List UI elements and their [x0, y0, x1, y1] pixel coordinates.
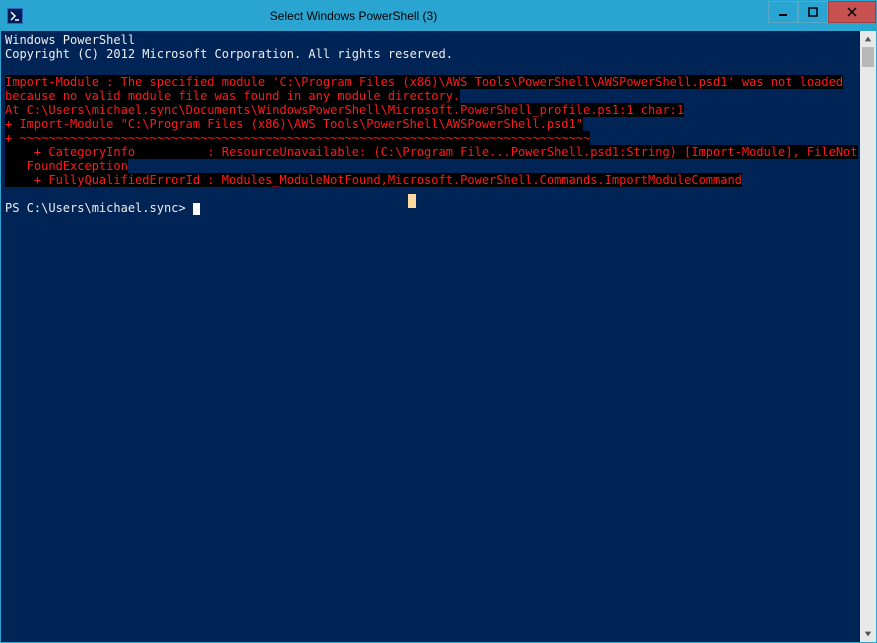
error-line: + CategoryInfo : ResourceUnavailable: (C…	[5, 145, 858, 159]
error-line: At C:\Users\michael.sync\Documents\Windo…	[5, 103, 684, 117]
console-header-line1: Windows PowerShell	[5, 33, 135, 47]
prompt: PS C:\Users\michael.sync>	[5, 201, 193, 215]
error-line: + Import-Module "C:\Program Files (x86)\…	[5, 117, 583, 131]
error-line: because no valid module file was found i…	[5, 89, 460, 103]
window-controls	[768, 1, 876, 23]
close-button[interactable]	[828, 1, 876, 23]
scroll-down-button[interactable]	[860, 626, 876, 642]
selection-cursor	[408, 194, 416, 208]
vertical-scrollbar[interactable]	[860, 31, 876, 642]
window-title: Select Windows PowerShell (3)	[0, 9, 768, 23]
console-header-line2: Copyright (C) 2012 Microsoft Corporation…	[5, 47, 453, 61]
scroll-up-button[interactable]	[860, 31, 876, 47]
error-line: FoundException	[5, 159, 128, 173]
titlebar[interactable]: Select Windows PowerShell (3)	[1, 1, 876, 31]
powershell-window: Select Windows PowerShell (3) Windows Po…	[0, 0, 877, 643]
scroll-track[interactable]	[860, 47, 876, 626]
console-output[interactable]: Windows PowerShell Copyright (C) 2012 Mi…	[1, 31, 860, 642]
text-cursor	[193, 203, 200, 215]
error-line: Import-Module : The specified module 'C:…	[5, 75, 843, 89]
scroll-thumb[interactable]	[862, 47, 874, 67]
minimize-button[interactable]	[768, 1, 798, 23]
client-area: Windows PowerShell Copyright (C) 2012 Mi…	[1, 31, 876, 642]
error-line: + ~~~~~~~~~~~~~~~~~~~~~~~~~~~~~~~~~~~~~~…	[5, 131, 590, 145]
maximize-button[interactable]	[798, 1, 828, 23]
error-line: + FullyQualifiedErrorId : Modules_Module…	[5, 173, 742, 187]
